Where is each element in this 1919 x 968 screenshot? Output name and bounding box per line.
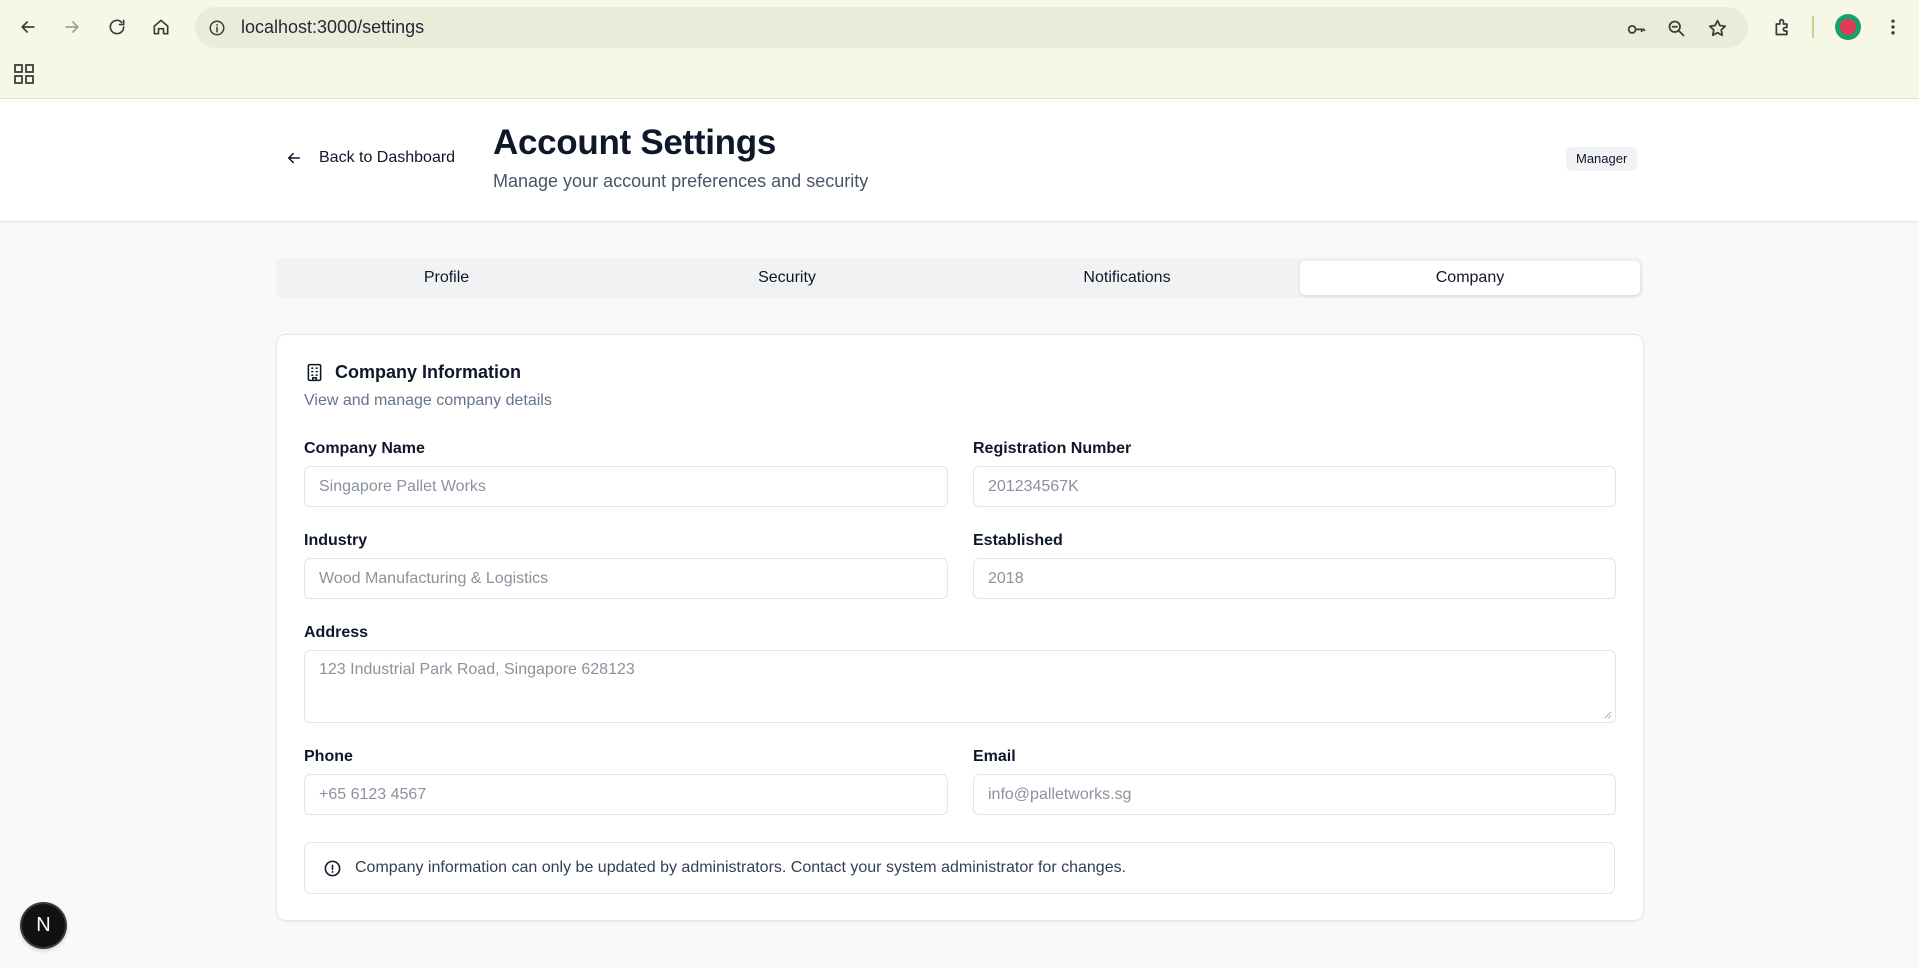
established-label: Established	[973, 532, 1063, 549]
back-to-dashboard-link[interactable]: Back to Dashboard	[285, 149, 455, 167]
card-description: View and manage company details	[304, 392, 552, 409]
home-icon[interactable]	[144, 10, 178, 44]
page-header: Back to Dashboard Account Settings Manag…	[0, 99, 1919, 222]
company-info-card: Company Information View and manage comp…	[276, 334, 1644, 921]
tab-notifications[interactable]: Notifications	[960, 261, 1294, 295]
nextjs-dev-badge[interactable]: N	[22, 904, 65, 947]
registration-number-input[interactable]: 201234567K	[973, 466, 1616, 507]
established-input[interactable]: 2018	[973, 558, 1616, 599]
arrow-left-icon	[288, 152, 300, 164]
industry-label: Industry	[304, 532, 368, 549]
zoom-icon[interactable]	[1662, 14, 1690, 42]
card-header: Company Information	[304, 362, 521, 383]
building-icon	[307, 363, 322, 382]
profile-avatar-icon[interactable]	[1835, 14, 1861, 40]
extensions-icon[interactable]	[1765, 10, 1799, 44]
address-textarea[interactable]: 123 Industrial Park Road, Singapore 6281…	[304, 650, 1616, 723]
reload-icon[interactable]	[100, 10, 134, 44]
company-name-label: Company Name	[304, 440, 425, 457]
back-icon[interactable]	[11, 10, 45, 44]
tab-company[interactable]: Company	[1300, 261, 1640, 295]
phone-input[interactable]: +65 6123 4567	[304, 774, 948, 815]
admin-notice-alert: Company information can only be updated …	[304, 842, 1615, 894]
tab-profile[interactable]: Profile	[279, 261, 614, 295]
forward-icon[interactable]	[55, 10, 89, 44]
address-value: 123 Industrial Park Road, Singapore 6281…	[319, 661, 635, 678]
back-link-label: Back to Dashboard	[319, 149, 456, 166]
admin-notice-text: Company information can only be updated …	[355, 859, 1127, 876]
industry-input[interactable]: Wood Manufacturing & Logistics	[304, 558, 948, 599]
more-menu-icon[interactable]	[1876, 10, 1910, 44]
role-badge: Manager	[1566, 147, 1638, 171]
toolbar-divider	[1812, 16, 1814, 38]
apps-grid-icon[interactable]	[12, 62, 36, 86]
card-title: Company Information	[335, 362, 522, 382]
page-title: Account Settings	[493, 123, 776, 162]
email-input[interactable]: info@palletworks.sg	[973, 774, 1616, 815]
email-label: Email	[973, 748, 1016, 765]
settings-tabs: Profile Security Notifications Company	[276, 258, 1643, 298]
phone-label: Phone	[304, 748, 353, 765]
page-subtitle: Manage your account preferences and secu…	[493, 171, 869, 191]
url-text[interactable]: localhost:3000/settings	[241, 17, 424, 38]
address-bar[interactable]: localhost:3000/settings	[195, 7, 1748, 48]
tab-security[interactable]: Security	[620, 261, 954, 295]
address-label: Address	[304, 624, 369, 641]
resize-grip-icon[interactable]	[1603, 710, 1612, 719]
browser-chrome: localhost:3000/settings	[0, 0, 1919, 99]
alert-circle-icon	[324, 860, 341, 877]
registration-number-label: Registration Number	[973, 440, 1132, 457]
company-name-input[interactable]: Singapore Pallet Works	[304, 466, 948, 507]
password-key-icon[interactable]	[1622, 14, 1650, 42]
site-info-icon[interactable]	[203, 14, 231, 42]
bookmark-star-icon[interactable]	[1703, 14, 1731, 42]
